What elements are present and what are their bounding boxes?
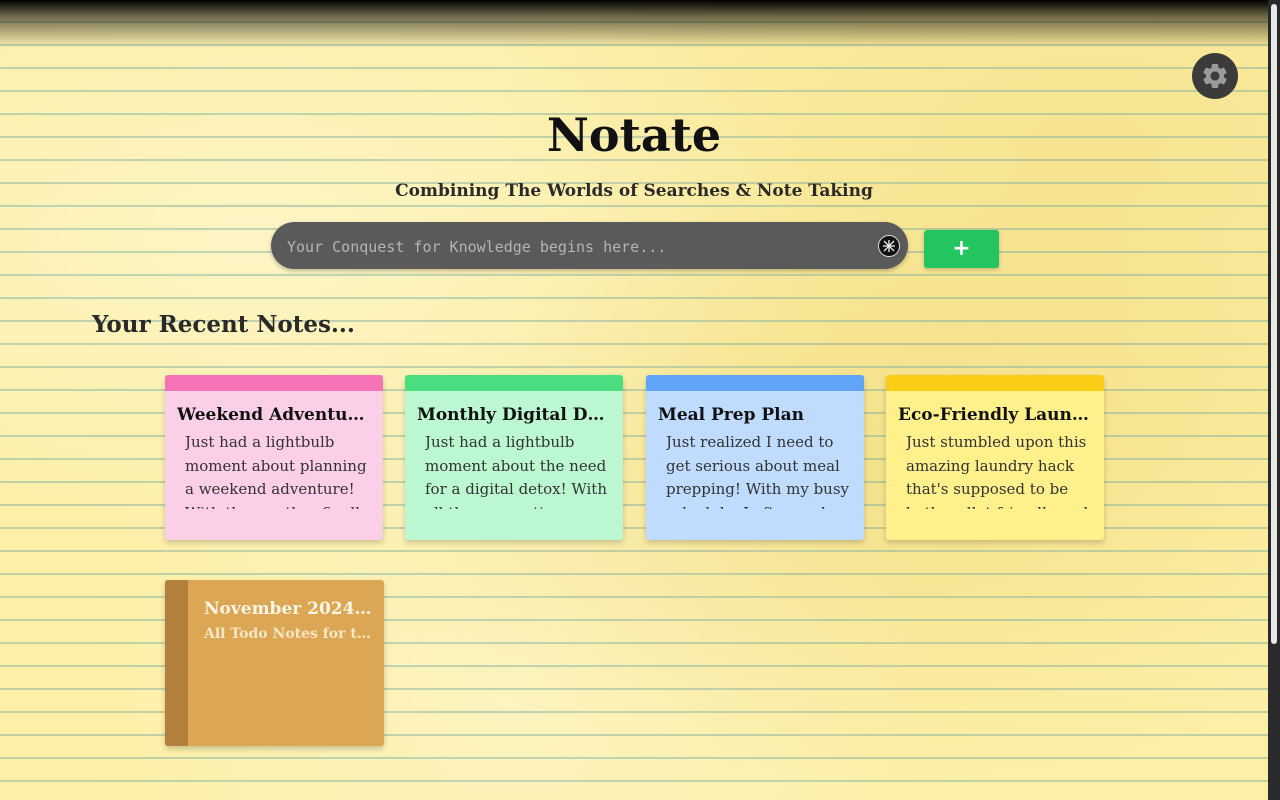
folder-spine [165,580,188,746]
note-preview: Just stumbled upon this amazing laundry … [906,433,1088,509]
note-color-bar [405,375,623,391]
note-title: Meal Prep Plan [658,405,805,425]
app-title: Notate [546,108,722,162]
note-title: Weekend Adventure Plan [177,405,371,425]
note-color-bar [886,375,1104,391]
note-card-weekend-adventure[interactable]: Weekend Adventure Plan Just had a lightb… [165,375,383,540]
note-preview: Just realized I need to get serious abou… [666,433,850,509]
folder-subtitle: All Todo Notes for this month [204,626,374,642]
search-logo-button[interactable] [878,235,900,257]
settings-button[interactable] [1192,53,1238,99]
scrollbar[interactable] [1268,0,1280,800]
note-title: Eco-Friendly Laundry Hack [898,405,1092,425]
note-title: Monthly Digital Detox Challenge [417,405,611,425]
add-note-button[interactable]: + [924,230,999,268]
note-preview: Just had a lightbulb moment about planni… [185,433,369,509]
note-color-bar [165,375,383,391]
todo-folder-card[interactable]: November 2024 Todo All Todo Notes for th… [165,580,384,746]
logo-icon [883,240,895,252]
note-preview: Just had a lightbulb moment about the ne… [425,433,607,509]
folder-title: November 2024 Todo [204,599,374,619]
note-card-meal-prep[interactable]: Meal Prep Plan Just realized I need to g… [646,375,864,540]
gear-icon [1203,63,1227,88]
search-bar [271,222,908,271]
search-input[interactable] [285,222,869,271]
note-card-digital-detox[interactable]: Monthly Digital Detox Challenge Just had… [405,375,623,540]
app-subtitle: Combining The Worlds of Searches & Note … [395,181,873,201]
scrollbar-thumb[interactable] [1271,4,1277,644]
note-color-bar [646,375,864,391]
note-card-laundry-hack[interactable]: Eco-Friendly Laundry Hack Just stumbled … [886,375,1104,540]
recent-notes-heading: Your Recent Notes... [92,311,355,338]
top-shadow [0,0,1268,48]
